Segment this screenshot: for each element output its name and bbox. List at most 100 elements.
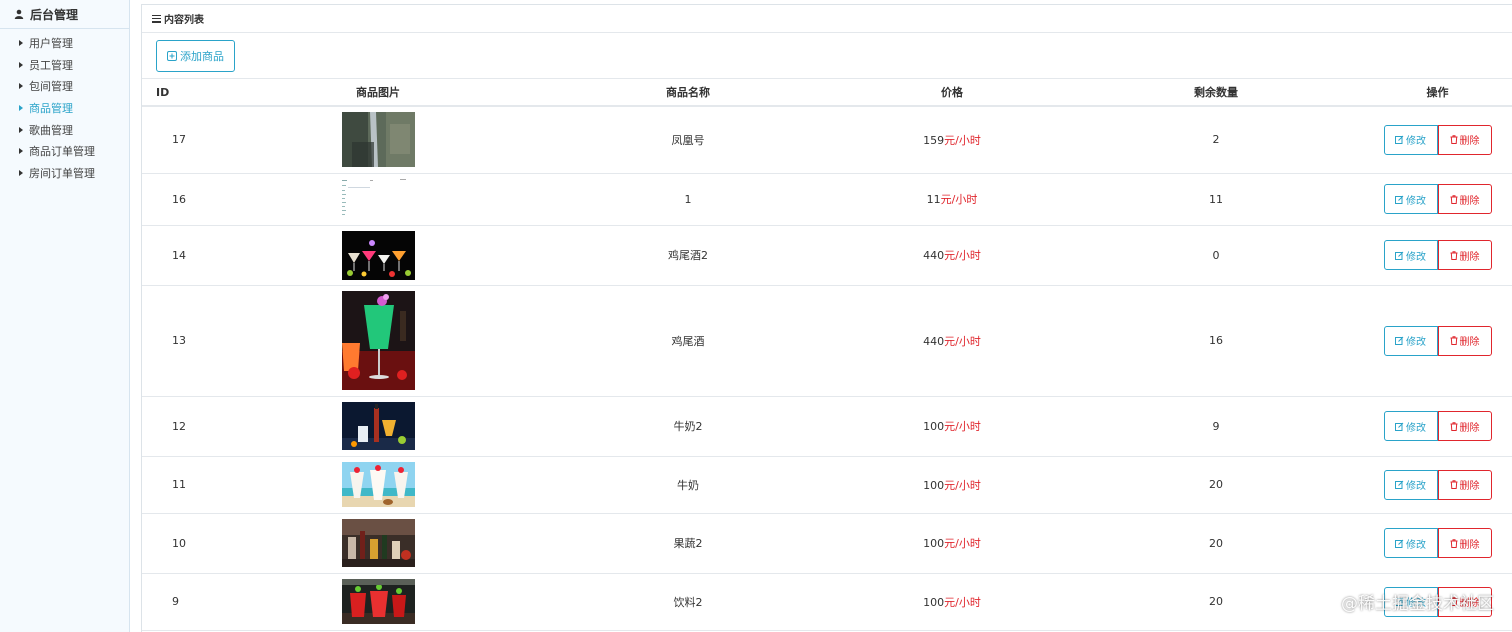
cell-price: 100元/小时 xyxy=(834,513,1070,574)
edit-button[interactable]: 修改 xyxy=(1383,240,1438,270)
cell-actions: 修改 删除 xyxy=(1362,396,1512,457)
cell-actions: 修改 删除 xyxy=(1362,225,1512,286)
trash-icon xyxy=(1450,135,1457,145)
edit-icon xyxy=(1395,251,1404,260)
cell-id: 16 xyxy=(142,173,214,226)
delete-button[interactable]: 删除 xyxy=(1437,528,1492,558)
sidebar-item-users[interactable]: 用户管理 xyxy=(0,32,129,54)
edit-button[interactable]: 修改 xyxy=(1383,411,1438,441)
add-product-label: 添加商品 xyxy=(180,50,224,63)
sidebar-item-products[interactable]: 商品管理 xyxy=(0,97,129,119)
price-unit: 元/小时 xyxy=(944,537,981,550)
sidebar-item-product-orders[interactable]: 商品订单管理 xyxy=(0,140,129,162)
delete-button[interactable]: 删除 xyxy=(1437,184,1492,214)
trash-icon xyxy=(1450,538,1457,548)
cell-image xyxy=(214,173,542,226)
price-unit: 元/小时 xyxy=(944,249,981,262)
edit-icon xyxy=(1395,336,1404,345)
cell-stock: 9 xyxy=(1070,396,1362,457)
edit-button[interactable]: 修改 xyxy=(1383,325,1438,356)
cell-id: 11 xyxy=(142,456,214,514)
list-icon xyxy=(152,14,161,23)
cell-image xyxy=(214,396,542,457)
edit-label: 修改 xyxy=(1406,481,1426,492)
price-unit: 元/小时 xyxy=(944,420,981,433)
delete-button[interactable]: 删除 xyxy=(1437,411,1492,441)
cell-price: 100元/小时 xyxy=(834,456,1070,514)
edit-icon xyxy=(1395,135,1404,145)
sidebar-item-songs[interactable]: 歌曲管理 xyxy=(0,119,129,141)
product-image xyxy=(341,579,415,624)
cell-price: 100元/小时 xyxy=(834,573,1070,631)
edit-button[interactable]: 修改 xyxy=(1383,469,1438,500)
edit-icon xyxy=(1395,539,1404,548)
cell-price: 11元/小时 xyxy=(834,173,1070,226)
sidebar-item-rooms[interactable]: 包间管理 xyxy=(0,75,129,97)
cell-image xyxy=(214,225,542,286)
delete-label: 删除 xyxy=(1459,195,1480,207)
sidebar-item-room-orders[interactable]: 房间订单管理 xyxy=(0,162,129,184)
price-value: 100 xyxy=(923,595,945,609)
product-table: ID 商品图片 商品名称 价格 剩余数量 操作 17 凤凰号 159元/小时 2… xyxy=(142,79,1512,631)
edit-button[interactable]: 修改 xyxy=(1383,528,1438,558)
delete-button[interactable]: 删除 xyxy=(1437,240,1492,270)
header-name: 商品名称 xyxy=(542,79,834,107)
table-row: 14 鸡尾酒2 440元/小时 0 修改 删除 xyxy=(142,225,1512,286)
cell-image xyxy=(214,106,542,174)
price-unit: 元/小时 xyxy=(940,193,978,206)
delete-button[interactable]: 删除 xyxy=(1437,124,1492,155)
trash-icon xyxy=(1450,336,1457,345)
add-product-button[interactable]: 添加商品 xyxy=(156,39,235,72)
price-value: 440 xyxy=(923,249,945,262)
delete-label: 删除 xyxy=(1459,481,1480,492)
edit-button[interactable]: 修改 xyxy=(1383,124,1438,155)
table-row: 10 果蔬2 100元/小时 20 修改 删除 xyxy=(142,513,1512,574)
product-image xyxy=(341,519,415,567)
edit-icon xyxy=(1395,480,1404,489)
sidebar-item-label: 用户管理 xyxy=(29,36,73,50)
user-icon xyxy=(14,9,24,19)
header-actions: 操作 xyxy=(1362,79,1512,107)
cell-actions: 修改 删除 xyxy=(1362,173,1512,226)
product-image xyxy=(341,291,415,390)
cell-id: 9 xyxy=(142,573,214,631)
header-price: 价格 xyxy=(834,79,1070,107)
sidebar-item-label: 歌曲管理 xyxy=(29,123,73,137)
sidebar-header: 后台管理 xyxy=(0,0,129,29)
cell-id: 14 xyxy=(142,225,214,286)
delete-label: 删除 xyxy=(1459,422,1480,434)
cell-name: 果蔬2 xyxy=(542,513,834,574)
panel-heading: 内容列表 xyxy=(142,5,1512,33)
edit-label: 修改 xyxy=(1406,195,1426,207)
edit-button[interactable]: 修改 xyxy=(1383,184,1438,214)
cell-image xyxy=(214,456,542,514)
cell-stock: 20 xyxy=(1070,456,1362,514)
cell-id: 13 xyxy=(142,285,214,397)
table-row: 16 1 11元/小时 11 修改 删除 xyxy=(142,173,1512,226)
cell-actions: 修改 删除 xyxy=(1362,513,1512,574)
cell-stock: 11 xyxy=(1070,173,1362,226)
sidebar-item-staff[interactable]: 员工管理 xyxy=(0,54,129,76)
delete-label: 删除 xyxy=(1459,539,1480,551)
product-image xyxy=(341,177,415,221)
watermark: @稀土掘金技术社区 xyxy=(1341,594,1494,614)
trash-icon xyxy=(1450,194,1457,204)
edit-icon xyxy=(1395,422,1404,431)
price-unit: 元/小时 xyxy=(944,478,981,492)
header-image: 商品图片 xyxy=(214,79,542,107)
price-value: 100 xyxy=(923,537,945,550)
sidebar-item-label: 商品管理 xyxy=(29,101,73,115)
caret-right-icon xyxy=(19,83,23,90)
price-unit: 元/小时 xyxy=(944,595,981,609)
table-row: 9 饮料2 100元/小时 20 修改 删除 xyxy=(142,573,1512,631)
cell-stock: 2 xyxy=(1070,106,1362,174)
cell-name: 鸡尾酒 xyxy=(542,285,834,397)
panel-title: 内容列表 xyxy=(164,15,204,26)
delete-button[interactable]: 删除 xyxy=(1437,325,1492,356)
price-unit: 元/小时 xyxy=(944,334,981,348)
delete-button[interactable]: 删除 xyxy=(1437,469,1492,500)
sidebar-item-label: 房间订单管理 xyxy=(29,166,95,180)
edit-label: 修改 xyxy=(1406,422,1426,434)
price-value: 11 xyxy=(926,193,941,206)
product-image xyxy=(341,402,415,450)
